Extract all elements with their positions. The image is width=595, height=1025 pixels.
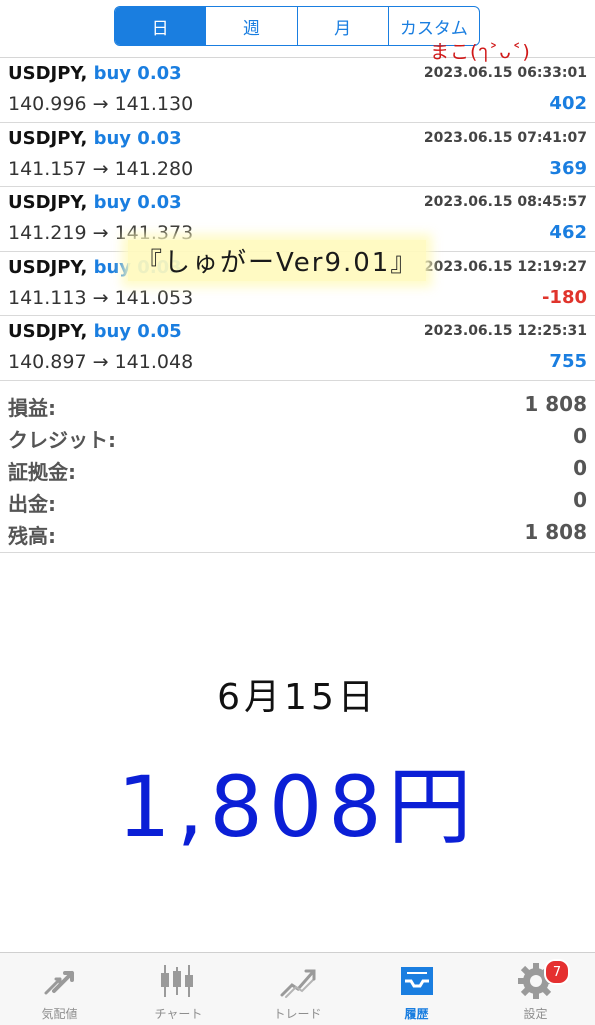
trade-prices: 140.996 → 141.130 bbox=[8, 93, 193, 115]
summary-label: 出金: bbox=[8, 492, 56, 516]
trade-time: 2023.06.15 07:41:07 bbox=[423, 129, 587, 146]
trade-symbol: USDJPY, buy 0.03 bbox=[8, 192, 182, 213]
segment-month[interactable]: 月 bbox=[296, 7, 388, 45]
open-price: 141.113 bbox=[8, 286, 87, 309]
trade-time: 2023.06.15 12:19:27 bbox=[423, 258, 587, 275]
arrow-icon: → bbox=[92, 351, 109, 373]
handwritten-signature-note: まこ(ๅ˃ᴗ˂) bbox=[430, 41, 531, 63]
trade-symbol: USDJPY, buy 0.05 bbox=[8, 321, 182, 342]
tab-label: 気配値 bbox=[41, 1007, 78, 1021]
summary-credit: クレジット: 0 bbox=[0, 422, 595, 454]
close-price: 141.053 bbox=[114, 286, 194, 309]
trade-row[interactable]: USDJPY, buy 0.03 2023.06.15 06:33:01 140… bbox=[0, 58, 595, 123]
summary-margin: 証拠金: 0 bbox=[0, 454, 595, 486]
trade-side: buy 0.03 bbox=[93, 127, 182, 149]
symbol-text: USDJPY, bbox=[8, 256, 88, 278]
open-price: 140.996 bbox=[8, 93, 87, 115]
open-price: 141.219 bbox=[8, 222, 87, 244]
history-icon bbox=[400, 967, 433, 995]
handwritten-amount: 1,808円 bbox=[117, 758, 478, 856]
arrow-icon: → bbox=[92, 286, 109, 309]
trade-row[interactable]: USDJPY, buy 0.05 2023.06.15 12:25:31 140… bbox=[0, 316, 595, 381]
tab-label: 設定 bbox=[523, 1007, 548, 1021]
tab-trade[interactable]: トレード bbox=[238, 953, 357, 1025]
trade-icon bbox=[280, 969, 315, 998]
trade-side: buy 0.03 bbox=[93, 192, 182, 213]
trade-profit: 462 bbox=[549, 222, 587, 243]
quotes-icon bbox=[44, 971, 74, 995]
summary-withdrawal: 出金: 0 bbox=[0, 486, 595, 518]
trade-prices: 141.157 → 141.280 bbox=[8, 158, 193, 180]
bottom-tab-bar: 気配値 チャート トレード 履歴 7 設定 bbox=[0, 952, 595, 1025]
tab-label: チャート bbox=[154, 1007, 203, 1021]
close-price: 141.130 bbox=[114, 93, 194, 115]
trade-prices: 141.113 → 141.053 bbox=[8, 287, 193, 309]
summary-value: 1 808 bbox=[524, 392, 587, 416]
arrow-icon: → bbox=[92, 157, 109, 180]
trade-time: 2023.06.15 08:45:57 bbox=[423, 194, 587, 210]
open-price: 140.897 bbox=[8, 351, 87, 373]
chart-icon bbox=[160, 965, 193, 997]
summary-value: 0 bbox=[573, 488, 587, 512]
trade-profit: -180 bbox=[541, 286, 587, 308]
tab-label: 履歴 bbox=[404, 1007, 429, 1021]
trade-time: 2023.06.15 06:33:01 bbox=[423, 65, 587, 81]
tab-quotes[interactable]: 気配値 bbox=[0, 953, 119, 1025]
summary-profit: 損益: 1 808 bbox=[0, 390, 595, 422]
summary-label: クレジット: bbox=[8, 428, 116, 452]
handwritten-date: 6月15日 bbox=[217, 677, 378, 718]
trade-time: 2023.06.15 12:25:31 bbox=[423, 323, 587, 339]
arrow-icon: → bbox=[92, 93, 109, 115]
summary-label: 残高: bbox=[8, 524, 56, 548]
summary-value: 0 bbox=[573, 424, 587, 448]
tab-history[interactable]: 履歴 bbox=[357, 953, 476, 1025]
symbol-text: USDJPY, bbox=[8, 63, 88, 84]
summary-value: 1 808 bbox=[524, 520, 587, 544]
tab-chart[interactable]: チャート bbox=[119, 953, 238, 1025]
open-price: 141.157 bbox=[8, 157, 87, 180]
trade-symbol: USDJPY, buy 0.03 bbox=[8, 128, 182, 149]
trade-profit: 369 bbox=[549, 157, 587, 179]
trade-profit: 402 bbox=[549, 93, 587, 114]
close-price: 141.048 bbox=[114, 351, 194, 373]
symbol-text: USDJPY, bbox=[8, 321, 88, 342]
tab-settings[interactable]: 7 設定 bbox=[476, 953, 595, 1025]
trade-row[interactable]: USDJPY, buy 0.03 2023.06.15 07:41:07 141… bbox=[0, 123, 595, 187]
version-sticker: 『しゅがーVer9.01』 bbox=[128, 240, 427, 281]
summary-label: 損益: bbox=[8, 396, 56, 420]
trade-side: buy 0.03 bbox=[93, 63, 182, 84]
symbol-text: USDJPY, bbox=[8, 127, 88, 149]
trade-prices: 140.897 → 141.048 bbox=[8, 351, 193, 373]
trade-side: buy 0.05 bbox=[93, 321, 182, 342]
trade-profit: 755 bbox=[549, 351, 587, 372]
segment-day[interactable]: 日 bbox=[115, 7, 206, 45]
summary-balance: 残高: 1 808 bbox=[0, 518, 595, 550]
summary-label: 証拠金: bbox=[8, 460, 76, 484]
period-segmented-control: 日 週 月 カスタム bbox=[114, 6, 480, 46]
close-price: 141.280 bbox=[114, 157, 194, 180]
segment-week[interactable]: 週 bbox=[205, 7, 296, 45]
account-summary: 損益: 1 808 クレジット: 0 証拠金: 0 出金: 0 残高: 1 80… bbox=[0, 390, 595, 550]
trade-history-list: USDJPY, buy 0.03 2023.06.15 06:33:01 140… bbox=[0, 58, 595, 381]
arrow-icon: → bbox=[92, 222, 109, 244]
tab-label: トレード bbox=[273, 1007, 322, 1021]
symbol-text: USDJPY, bbox=[8, 192, 88, 213]
trade-symbol: USDJPY, buy 0.03 bbox=[8, 63, 182, 84]
divider bbox=[0, 552, 595, 553]
summary-value: 0 bbox=[573, 456, 587, 480]
notification-badge: 7 bbox=[544, 959, 570, 985]
